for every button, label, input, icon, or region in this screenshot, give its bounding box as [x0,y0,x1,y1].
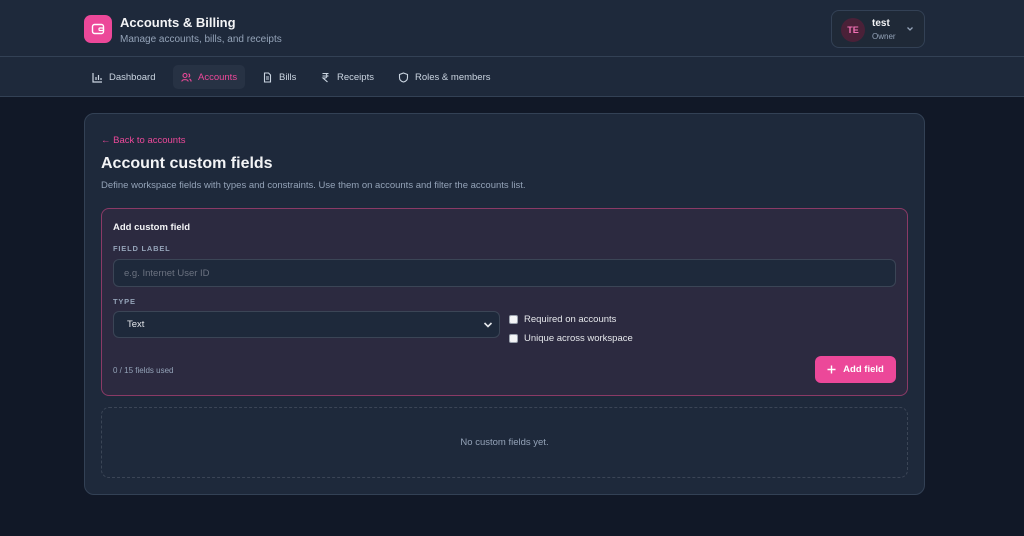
wallet-icon [84,15,112,43]
top-bar: Accounts & Billing Manage accounts, bill… [0,0,1024,57]
fields-usage-count: 0 / 15 fields used [113,366,174,375]
tab-label: Bills [279,71,297,83]
tab-accounts[interactable]: Accounts [173,65,246,89]
field-label-input[interactable] [113,259,896,287]
add-field-button[interactable]: Add field [815,356,896,383]
user-name: test [872,18,890,29]
user-menu-button[interactable]: TE test Owner [831,10,925,48]
type-select-value: Text [127,319,145,330]
unique-checkbox[interactable] [509,334,518,343]
users-icon [181,72,192,82]
nav-bar: Dashboard Accounts Bills Receipts Roles … [0,57,1024,97]
back-to-accounts-link[interactable]: ← Back to accounts [101,135,185,146]
chevron-down-icon [483,322,493,328]
type-caption: TYPE [113,297,136,306]
empty-state: No custom fields yet. [101,407,908,478]
panel-title: Add custom field [113,222,191,233]
type-select[interactable]: Text [113,311,500,338]
custom-fields-card: ← Back to accounts Account custom fields… [84,113,925,495]
tab-label: Receipts [337,71,374,83]
empty-state-text: No custom fields yet. [460,437,549,448]
field-label-caption: FIELD LABEL [113,244,171,253]
required-checkbox-row[interactable]: Required on accounts [509,314,616,325]
page-description: Define workspace fields with types and c… [101,180,526,191]
tab-label: Accounts [198,71,238,83]
shield-icon [398,71,409,83]
tab-bills[interactable]: Bills [254,65,304,89]
tab-label: Dashboard [109,71,156,83]
unique-label: Unique across workspace [524,333,633,344]
unique-checkbox-row[interactable]: Unique across workspace [509,333,633,344]
required-checkbox[interactable] [509,315,518,324]
add-custom-field-panel: Add custom field FIELD LABEL TYPE Text R… [101,208,908,396]
chevron-down-icon [907,27,913,31]
page-title: Account custom fields [101,155,273,172]
document-icon [263,71,272,83]
plus-icon [827,365,836,374]
app-subtitle: Manage accounts, bills, and receipts [120,34,282,45]
bar-chart-icon [92,72,102,83]
tab-dashboard[interactable]: Dashboard [84,65,163,89]
required-label: Required on accounts [524,314,617,325]
user-role: Owner [872,32,896,41]
tab-roles-members[interactable]: Roles & members [390,65,499,89]
tab-label: Roles & members [415,71,491,83]
rupee-icon [321,72,329,82]
add-field-label: Add field [843,364,884,375]
tab-receipts[interactable]: Receipts [312,65,382,89]
avatar: TE [841,18,865,42]
app-title: Accounts & Billing [120,15,236,30]
